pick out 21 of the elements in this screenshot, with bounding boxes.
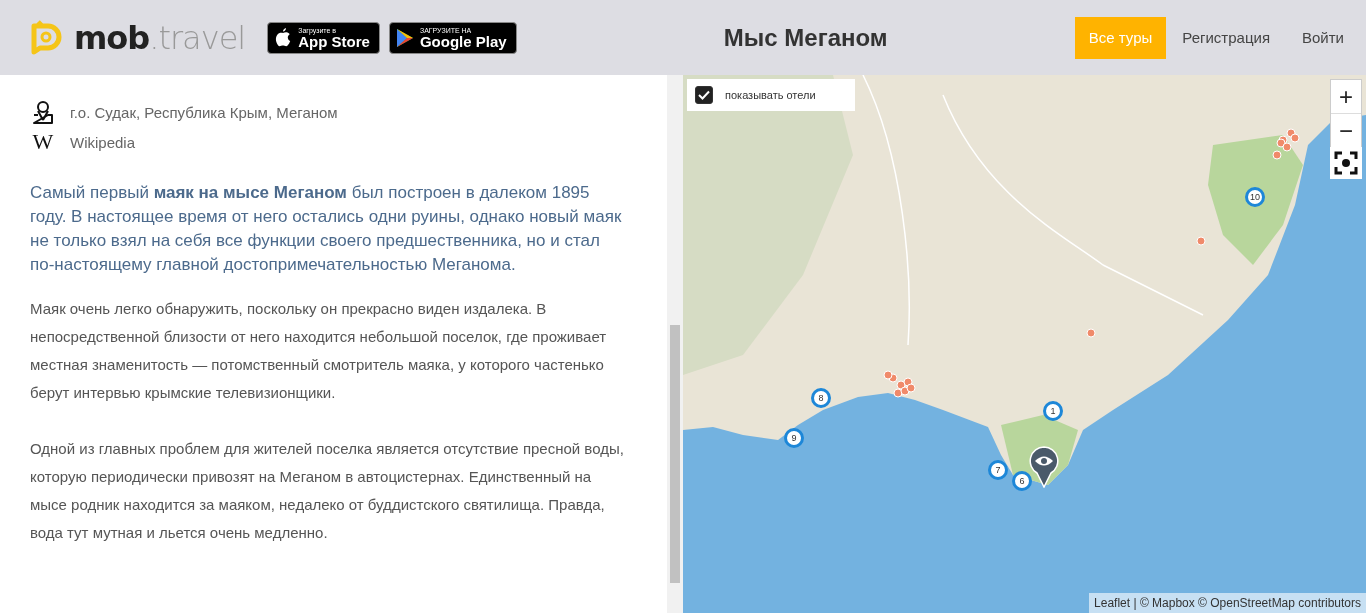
nav-button[interactable]: Регистрация (1166, 16, 1286, 59)
map-marker[interactable]: 6 (1012, 471, 1032, 491)
location-text: г.о. Судак, Республика Крым, Меганом (70, 103, 338, 121)
map-attribution[interactable]: Leaflet | © Mapbox © OpenStreetMap contributors (1089, 593, 1366, 613)
play-triangle-icon (395, 27, 414, 48)
scrollbar[interactable] (667, 75, 683, 613)
intro-paragraph: Самый первый маяк на мысе Меганом был построен в далеком 1895 году. В настоящее время от него остались одни руины, однако новый маяк не только взял на себя все функции своего предшественника, но и стал по-настоящему главной достопримечательностью Меганома. (30, 182, 623, 276)
body-paragraph: Маяк очень легко обнаружить, поскольку он прекрасно виден издалека. В непосредственной близости от него находится небольшой поселок, где проживает местная знаменитость — потомственный смотритель маяка, у которого частенько берут интервью крымские телевизионщики. (30, 299, 608, 403)
wikipedia-icon: W (32, 129, 54, 155)
eye-marker-icon[interactable] (1029, 446, 1059, 488)
map-marker[interactable]: 9 (784, 428, 804, 448)
logo-text[interactable]: mob.travel (74, 18, 246, 57)
body-paragraph: Одной из главных проблем для жителей поселка является отсутствие пресной воды, которую периодически привозят на Меганом в автоцистернах. Единственный на мысе родник находится за маяком, недалеко от буддистского святилища. Правда, вода тут мутная и льется очень медленно. (30, 439, 625, 543)
page-title: Мыс Меганом (722, 23, 889, 52)
apple-icon (274, 27, 293, 48)
map-pin-icon (32, 100, 54, 124)
wikipedia-link[interactable]: Wikipedia (70, 133, 136, 151)
show-hotels-checkbox[interactable]: показывать отели (687, 79, 855, 111)
checkmark-icon (698, 90, 710, 100)
nav-button[interactable]: Войти (1286, 16, 1366, 59)
map-marker[interactable]: 7 (988, 460, 1008, 480)
